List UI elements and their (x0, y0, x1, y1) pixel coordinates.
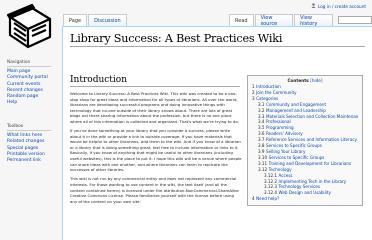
toc-item-label[interactable]: Professional (266, 119, 291, 124)
toc-item-number: 3.5 (258, 125, 265, 131)
toc-item-number: 4 (252, 196, 255, 202)
toc-item-label[interactable]: Join the Community (256, 90, 296, 95)
toc-hide-toggle[interactable]: [hide] (310, 78, 322, 83)
toc-item-label[interactable]: Need help? (256, 196, 279, 201)
view-tabs: Read View source View history (229, 14, 372, 27)
search-input[interactable] (338, 16, 372, 24)
tab-view-source[interactable]: View source (254, 14, 294, 27)
toc-item-number: 3.10 (258, 154, 268, 160)
toc-item-number: 3.3 (258, 113, 265, 119)
toc-list: 1 Introduction 2 Join the Community 3 Categor… (252, 84, 358, 202)
namespace-tabs: Page Discussion (63, 14, 128, 26)
toc-item-number: 3.12.1 (264, 172, 278, 178)
sidebar-toolbox: Toolbox What links here Related changes … (7, 124, 59, 164)
toc-item-number: 3.12 (258, 166, 268, 172)
paragraph-contribute: If you've done something at your library… (70, 128, 242, 173)
toc-item-label[interactable]: Community and Engagement (266, 102, 326, 107)
toc-item-label[interactable]: Implementing Tech in the Library (279, 179, 347, 184)
sidebar-item-permanent-link[interactable]: Permanent link (7, 158, 59, 164)
paragraph-welcome: Welcome to Library Success: A Best Pract… (70, 91, 239, 124)
toc-item-label[interactable]: Categories (256, 96, 278, 101)
toc-item-label[interactable]: Web Design and Usability (279, 190, 331, 195)
toc-title: Contents (287, 78, 309, 83)
toc-item-label[interactable]: Technology (269, 167, 292, 172)
article-body: Introduction Welcome to Library Success:… (70, 75, 242, 208)
tab-read[interactable]: Read (229, 14, 254, 26)
sidebar-heading-navigation: Navigation (7, 60, 51, 67)
toc-item-label[interactable]: Access (279, 173, 293, 178)
toc-item-label[interactable]: Management and Leadership (266, 108, 326, 113)
toc-item-number: 3.7 (258, 137, 265, 143)
login-link[interactable]: Log in / create account (318, 4, 366, 9)
toc-item-label[interactable]: Materials Selection and Collection Maint… (266, 114, 358, 119)
toc-item-label[interactable]: Services to Specific Groups (269, 155, 325, 160)
table-of-contents: Contents [hide] 1 Introduction 2 Join the C… (247, 75, 363, 207)
tab-discussion[interactable]: Discussion (88, 14, 127, 26)
sidebar-heading-toolbox: Toolbox (7, 124, 51, 131)
toc-item-number: 3 (252, 95, 255, 101)
paragraph-license: This wiki is not run by any commercial e… (70, 176, 239, 204)
toc-item-number: 3.2 (258, 107, 265, 113)
toc-item-number: 3.12.3 (264, 184, 278, 190)
sidebar-navigation: Navigation Main page Community portal Cu… (7, 60, 59, 107)
personal-tools: Log in / create account (311, 3, 366, 9)
toc-item-number: 3.4 (258, 119, 265, 125)
toc-item-label[interactable]: Training and Development for Librarians (269, 161, 352, 166)
toc-item-label[interactable]: Introduction (256, 84, 281, 89)
tab-page[interactable]: Page (63, 14, 88, 26)
toc-item-number: 3.12.2 (264, 178, 278, 184)
wiki-logo[interactable] (2, 1, 56, 51)
toc-item-label[interactable]: Reference Services and Information Liter… (266, 137, 357, 142)
toc-item-number: 3.1 (258, 101, 265, 107)
sidebar-item-help[interactable]: Help (7, 100, 59, 106)
toc-item-label[interactable]: Technology Services (279, 184, 321, 189)
toc-item-number: 3.12.4 (264, 190, 278, 196)
toc-item-number: 2 (252, 89, 255, 95)
toc-item-number: 1 (252, 84, 255, 89)
page-title: Library Success: A Best Practices Wiki (70, 32, 365, 47)
content-area: Library Success: A Best Practices Wiki I… (62, 26, 372, 240)
toc-item-number: 3.8 (258, 143, 265, 149)
intro-heading: Introduction (70, 75, 240, 87)
toc-item-label[interactable]: Services to Specific Groups (266, 143, 322, 148)
toc-item-number: 3.11 (258, 160, 268, 166)
toc-item-label[interactable]: Programming (266, 125, 294, 130)
user-icon (311, 3, 316, 9)
toc-item-label[interactable]: Readers' Advisory (266, 131, 303, 136)
toc-item-number: 3.9 (258, 148, 265, 154)
toc-item[interactable]: 4 Need help? (252, 196, 358, 202)
toc-item-label[interactable]: Selling Your Library (266, 149, 305, 154)
toc-item-number: 3.6 (258, 131, 265, 137)
tab-view-history[interactable]: View history (294, 14, 334, 27)
